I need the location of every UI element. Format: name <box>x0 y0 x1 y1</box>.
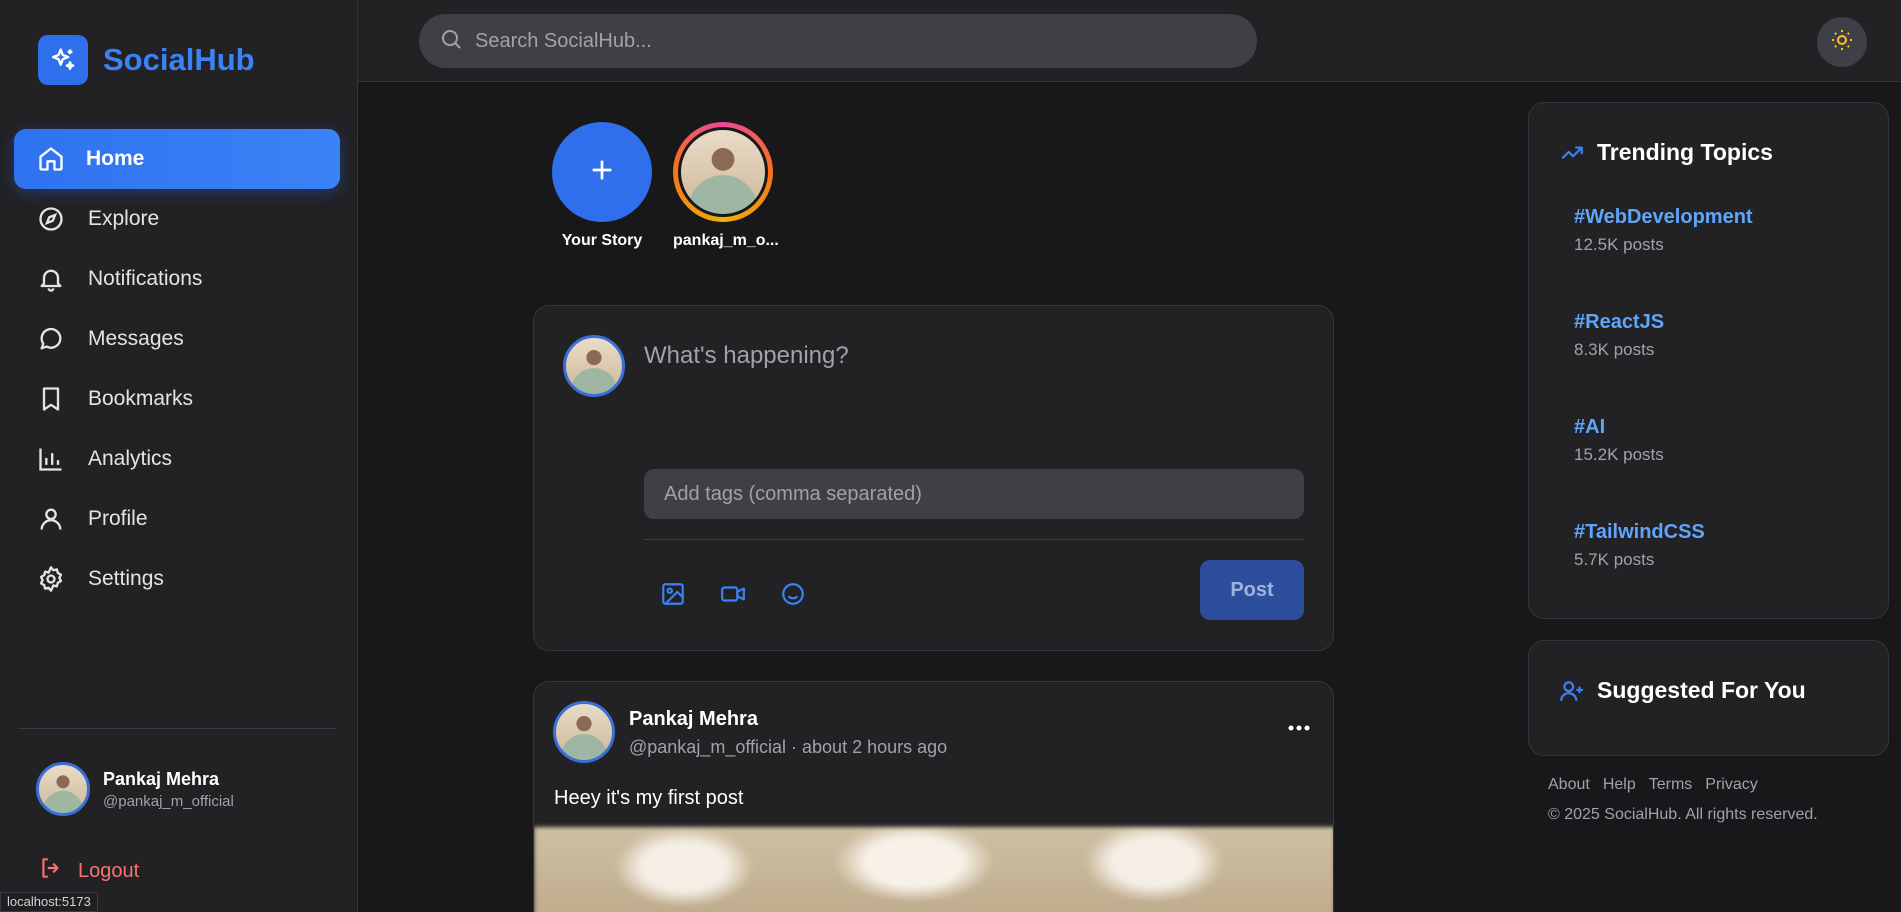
image-icon <box>660 581 686 612</box>
trending-topic[interactable]: #AI 15.2K posts <box>1574 416 1664 465</box>
sidebar-item-notifications[interactable]: Notifications <box>14 249 340 309</box>
sidebar-item-bookmarks[interactable]: Bookmarks <box>14 369 340 429</box>
more-horizontal-icon <box>1288 718 1310 736</box>
story-add[interactable]: Your Story <box>552 122 652 250</box>
bar-chart-icon <box>36 444 66 474</box>
sparkles-icon <box>38 35 88 85</box>
trending-up-icon <box>1559 140 1585 166</box>
story-label: pankaj_m_o... <box>673 232 779 249</box>
brand-name: SocialHub <box>103 42 255 77</box>
current-user-card[interactable]: Pankaj Mehra @pankaj_m_official <box>36 762 234 816</box>
sidebar-item-settings[interactable]: Settings <box>14 549 340 609</box>
topic-tag[interactable]: #AI <box>1574 416 1664 439</box>
sidebar-item-home[interactable]: Home <box>14 129 340 189</box>
sidebar-item-profile[interactable]: Profile <box>14 489 340 549</box>
suggested-panel: Suggested For You <box>1528 640 1889 756</box>
bell-icon <box>36 264 66 294</box>
post-author-name[interactable]: Pankaj Mehra <box>629 708 758 731</box>
logout-icon <box>38 855 64 887</box>
status-bar-url: localhost:5173 <box>0 892 98 912</box>
bookmark-icon <box>36 384 66 414</box>
avatar <box>563 335 625 397</box>
compass-icon <box>36 204 66 234</box>
copyright: © 2025 SocialHub. All rights reserved. <box>1548 806 1818 823</box>
sidebar-item-label: Home <box>86 147 145 170</box>
topic-tag[interactable]: #WebDevelopment <box>1574 206 1753 229</box>
sidebar-item-label: Notifications <box>88 267 203 290</box>
brand[interactable]: SocialHub <box>38 35 255 85</box>
footer-link-help[interactable]: Help <box>1603 776 1636 794</box>
post-image[interactable] <box>534 827 1333 912</box>
composer-divider <box>644 539 1304 540</box>
topic-tag[interactable]: #TailwindCSS <box>1574 521 1705 544</box>
story-item[interactable]: pankaj_m_o... <box>673 122 779 250</box>
post-meta: @pankaj_m_official · about 2 hours ago <box>629 737 948 757</box>
post-text: Heey it's my first post <box>554 787 744 809</box>
avatar[interactable] <box>553 701 615 763</box>
add-emoji-button[interactable] <box>775 578 811 614</box>
tags-input[interactable] <box>644 469 1304 519</box>
sun-icon <box>1830 28 1854 57</box>
sidebar-item-explore[interactable]: Explore <box>14 189 340 249</box>
sidebar-item-messages[interactable]: Messages <box>14 309 340 369</box>
message-icon <box>36 324 66 354</box>
sidebar-item-label: Messages <box>88 327 184 350</box>
post-button[interactable]: Post <box>1200 560 1304 620</box>
top-bar <box>358 0 1901 82</box>
current-user-name: Pankaj Mehra <box>103 768 220 789</box>
user-icon <box>36 504 66 534</box>
story-ring[interactable] <box>673 122 773 222</box>
search-bar[interactable] <box>419 14 1257 68</box>
topic-count: 15.2K posts <box>1574 445 1664 464</box>
add-image-button[interactable] <box>655 578 691 614</box>
topic-count: 5.7K posts <box>1574 550 1655 569</box>
sidebar: SocialHub Home Explore Notifications Mes… <box>0 0 358 912</box>
feed-post: Pankaj Mehra @pankaj_m_official · about … <box>533 681 1334 912</box>
footer-links: About Help Terms Privacy <box>1548 776 1758 794</box>
add-story-button[interactable] <box>552 122 652 222</box>
sidebar-nav: Home Explore Notifications Messages Book… <box>14 129 340 609</box>
story-label: Your Story <box>561 232 643 249</box>
sidebar-item-label: Profile <box>88 507 148 530</box>
avatar <box>678 127 768 217</box>
trending-topic[interactable]: #TailwindCSS 5.7K posts <box>1574 521 1705 570</box>
trending-topic[interactable]: #WebDevelopment 12.5K posts <box>1574 206 1753 255</box>
search-input[interactable] <box>475 29 1235 53</box>
post-text-input[interactable] <box>644 342 1304 370</box>
trending-panel: Trending Topics #WebDevelopment 12.5K po… <box>1528 102 1889 619</box>
post-composer: Post <box>533 305 1334 651</box>
post-options-button[interactable] <box>1279 712 1319 742</box>
avatar <box>36 762 90 816</box>
gear-icon <box>36 564 66 594</box>
home-icon <box>36 144 66 174</box>
sidebar-item-label: Settings <box>88 567 164 590</box>
video-icon <box>720 581 746 612</box>
trending-title: Trending Topics <box>1597 139 1773 165</box>
logout-button[interactable]: Logout <box>38 855 139 887</box>
plus-icon <box>586 154 618 191</box>
topic-tag[interactable]: #ReactJS <box>1574 311 1664 334</box>
user-plus-icon <box>1559 678 1585 704</box>
sidebar-item-analytics[interactable]: Analytics <box>14 429 340 489</box>
add-video-button[interactable] <box>715 578 751 614</box>
sidebar-item-label: Bookmarks <box>88 387 194 410</box>
sidebar-item-label: Analytics <box>88 447 173 470</box>
trending-topic[interactable]: #ReactJS 8.3K posts <box>1574 311 1664 360</box>
topic-count: 12.5K posts <box>1574 235 1664 254</box>
topic-count: 8.3K posts <box>1574 340 1655 359</box>
sidebar-item-label: Explore <box>88 207 160 230</box>
footer-link-privacy[interactable]: Privacy <box>1705 776 1757 794</box>
footer-link-terms[interactable]: Terms <box>1649 776 1693 794</box>
suggested-title: Suggested For You <box>1597 677 1806 703</box>
current-user-handle: @pankaj_m_official <box>103 792 234 810</box>
search-icon <box>439 27 463 56</box>
logout-label: Logout <box>78 859 140 882</box>
footer-link-about[interactable]: About <box>1548 776 1590 794</box>
smile-icon <box>780 581 806 612</box>
sidebar-divider <box>18 728 336 729</box>
theme-toggle-button[interactable] <box>1817 17 1867 67</box>
